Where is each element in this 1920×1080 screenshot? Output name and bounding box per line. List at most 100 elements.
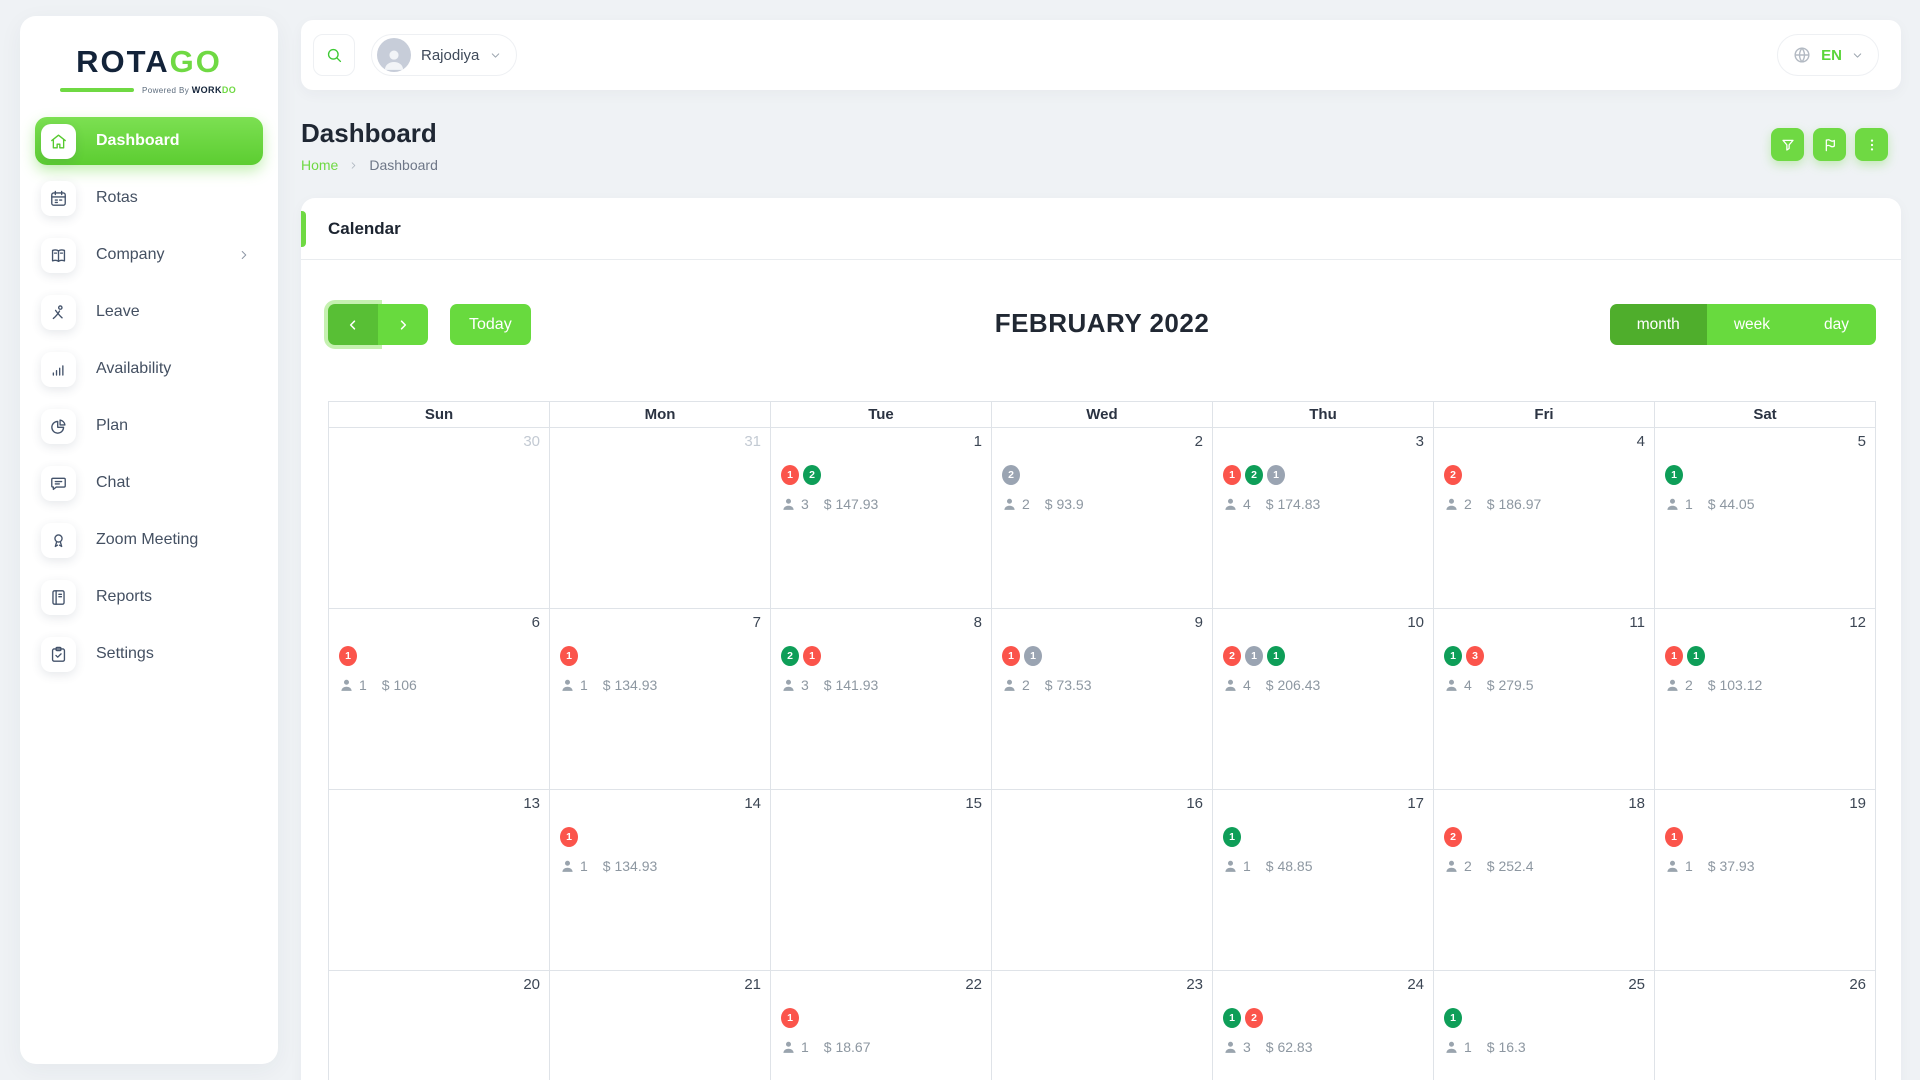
- calendar-day-cell[interactable]: 611$ 106: [329, 609, 550, 790]
- calendar-day-cell[interactable]: 422$ 186.97: [1434, 428, 1655, 609]
- calendar-day-cell[interactable]: 31: [550, 428, 771, 609]
- logo-text: ROTAGO: [20, 44, 278, 80]
- event-badge-grey[interactable]: 1: [1267, 465, 1285, 485]
- calendar-day-cell[interactable]: 102114$ 206.43: [1213, 609, 1434, 790]
- event-badge-red[interactable]: 2: [1223, 646, 1241, 666]
- day-summary: 1$ 134.93: [560, 677, 770, 693]
- day-number: 7: [550, 609, 770, 631]
- people-count: 1: [1685, 858, 1693, 874]
- calendar-day-cell[interactable]: 511$ 44.05: [1655, 428, 1876, 609]
- calendar-day-cell[interactable]: 12112$ 103.12: [1655, 609, 1876, 790]
- event-badge-red[interactable]: 2: [1245, 1008, 1263, 1028]
- calendar-day-cell[interactable]: 30: [329, 428, 550, 609]
- calendar-day-cell[interactable]: 2211$ 18.67: [771, 971, 992, 1080]
- event-badge-grey[interactable]: 1: [1245, 646, 1263, 666]
- event-badge-green[interactable]: 1: [1267, 646, 1285, 666]
- day-number: 22: [771, 971, 991, 993]
- event-badge-green[interactable]: 1: [1687, 646, 1705, 666]
- event-badge-red[interactable]: 1: [1223, 465, 1241, 485]
- people-icon: [339, 678, 354, 693]
- sidebar-item-availability[interactable]: Availability: [35, 345, 263, 393]
- view-month-button[interactable]: month: [1610, 304, 1707, 345]
- sidebar-item-dashboard[interactable]: Dashboard: [35, 117, 263, 165]
- calendar-day-cell[interactable]: 1911$ 37.93: [1655, 790, 1876, 971]
- event-badge-red[interactable]: 1: [1665, 827, 1683, 847]
- people-icon: [1223, 678, 1238, 693]
- event-badge-green[interactable]: 1: [1223, 1008, 1241, 1028]
- event-badge-red[interactable]: 1: [560, 646, 578, 666]
- view-week-button[interactable]: week: [1707, 304, 1797, 345]
- sidebar-item-rotas[interactable]: Rotas: [35, 174, 263, 222]
- calendar-day-cell[interactable]: 31214$ 174.83: [1213, 428, 1434, 609]
- people-icon: [1665, 859, 1680, 874]
- calendar-day-cell[interactable]: 1711$ 48.85: [1213, 790, 1434, 971]
- user-menu[interactable]: Rajodiya: [371, 34, 517, 76]
- sidebar-item-label: Zoom Meeting: [96, 531, 198, 549]
- calendar-day-cell[interactable]: 1822$ 252.4: [1434, 790, 1655, 971]
- sidebar-item-settings[interactable]: Settings: [35, 630, 263, 678]
- day-number: 30: [329, 428, 549, 450]
- event-badge-grey[interactable]: 2: [1002, 465, 1020, 485]
- chevron-down-icon: [1851, 49, 1864, 62]
- event-badge-red[interactable]: 1: [339, 646, 357, 666]
- sidebar-item-reports[interactable]: Reports: [35, 573, 263, 621]
- calendar-day-cell[interactable]: 7 1 1$ 134.93: [550, 609, 771, 790]
- breadcrumb-home-link[interactable]: Home: [301, 157, 338, 173]
- sidebar-item-chat[interactable]: Chat: [35, 459, 263, 507]
- event-badge-red[interactable]: 2: [1444, 827, 1462, 847]
- sidebar-item-company[interactable]: Company: [35, 231, 263, 279]
- calendar-day-cell[interactable]: 24123$ 62.83: [1213, 971, 1434, 1080]
- event-badge-red[interactable]: 1: [560, 827, 578, 847]
- calendar-day-cell[interactable]: 20: [329, 971, 550, 1080]
- calendar-day-cell[interactable]: 23: [992, 971, 1213, 1080]
- day-amount: $ 134.93: [603, 858, 658, 874]
- event-badges: 2: [1444, 827, 1654, 847]
- event-badge-red[interactable]: 1: [803, 646, 821, 666]
- sidebar-item-zoom-meeting[interactable]: Zoom Meeting: [35, 516, 263, 564]
- avatar-person-icon: [381, 46, 407, 72]
- calendar-day-cell[interactable]: 2511$ 16.3: [1434, 971, 1655, 1080]
- day-summary: 4$ 279.5: [1444, 677, 1654, 693]
- calendar-day-cell[interactable]: 8213$ 141.93: [771, 609, 992, 790]
- language-label: EN: [1821, 47, 1842, 64]
- day-number: 5: [1655, 428, 1875, 450]
- calendar-day-cell[interactable]: 11134$ 279.5: [1434, 609, 1655, 790]
- search-button[interactable]: [313, 34, 355, 76]
- event-badge-green[interactable]: 1: [1444, 1008, 1462, 1028]
- calendar-day-cell[interactable]: 1411$ 134.93: [550, 790, 771, 971]
- calendar-day-cell[interactable]: 15: [771, 790, 992, 971]
- people-count: 1: [1243, 858, 1251, 874]
- event-badge-red[interactable]: 1: [781, 1008, 799, 1028]
- calendar-day-cell[interactable]: 16: [992, 790, 1213, 971]
- event-badge-green[interactable]: 2: [781, 646, 799, 666]
- calendar-day-cell[interactable]: 222$ 93.9: [992, 428, 1213, 609]
- calendar-day-cell[interactable]: 21: [550, 971, 771, 1080]
- language-selector[interactable]: EN: [1777, 34, 1879, 76]
- more-options-button[interactable]: [1855, 128, 1888, 161]
- event-badge-green[interactable]: 1: [1444, 646, 1462, 666]
- flag-button[interactable]: [1813, 128, 1846, 161]
- event-badge-red[interactable]: 2: [1444, 465, 1462, 485]
- sidebar-item-plan[interactable]: Plan: [35, 402, 263, 450]
- filter-button[interactable]: [1771, 128, 1804, 161]
- event-badge-green[interactable]: 2: [1245, 465, 1263, 485]
- event-badge-green[interactable]: 2: [803, 465, 821, 485]
- event-badge-grey[interactable]: 1: [1024, 646, 1042, 666]
- calendar-day-cell[interactable]: 9112$ 73.53: [992, 609, 1213, 790]
- event-badge-red[interactable]: 1: [1665, 646, 1683, 666]
- people-icon: [1665, 497, 1680, 512]
- calendar-week-row: 131411$ 134.9315161711$ 48.851822$ 252.4…: [329, 790, 1876, 971]
- event-badge-red[interactable]: 1: [1002, 646, 1020, 666]
- calendar-day-cell[interactable]: 13: [329, 790, 550, 971]
- event-badge-green[interactable]: 1: [1223, 827, 1241, 847]
- event-badges: 12: [781, 465, 991, 485]
- event-badge-red[interactable]: 3: [1466, 646, 1484, 666]
- calendar-day-cell[interactable]: 1123$ 147.93: [771, 428, 992, 609]
- event-badge-green[interactable]: 1: [1665, 465, 1683, 485]
- people-count: 1: [359, 677, 367, 693]
- people-count: 4: [1243, 677, 1251, 693]
- event-badge-red[interactable]: 1: [781, 465, 799, 485]
- sidebar-item-leave[interactable]: Leave: [35, 288, 263, 336]
- calendar-day-cell[interactable]: 26: [1655, 971, 1876, 1080]
- view-day-button[interactable]: day: [1797, 304, 1876, 345]
